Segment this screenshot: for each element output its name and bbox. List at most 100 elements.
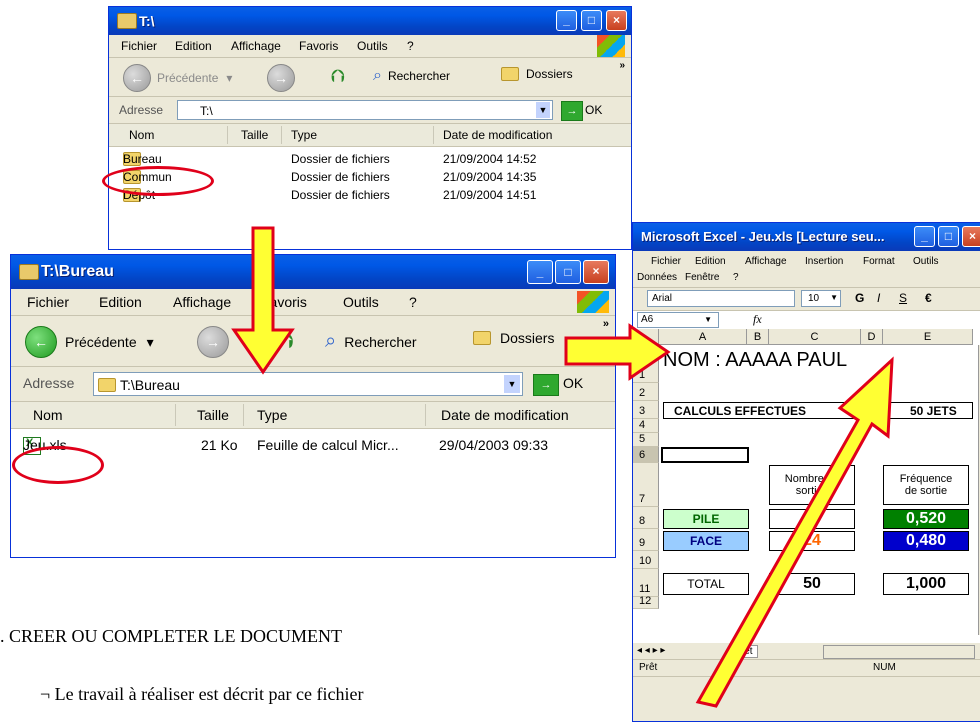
folders-button[interactable]: Dossiers — [473, 330, 554, 346]
row-header-12[interactable]: 12 — [633, 595, 659, 609]
font-name-select[interactable]: Arial — [647, 290, 795, 307]
forward-button[interactable]: → — [267, 64, 295, 92]
maximize-button[interactable]: □ — [555, 260, 581, 284]
menu-format[interactable]: Format — [863, 256, 895, 267]
column-header-name[interactable]: Nom — [33, 407, 63, 423]
forward-button[interactable]: → — [197, 326, 229, 358]
menu-favoris[interactable]: Favoris — [261, 294, 307, 310]
row-header-11[interactable]: 11 — [633, 569, 659, 597]
menu-affichage[interactable]: Affichage — [173, 294, 231, 310]
cell-col-nombre[interactable]: Nombre de sorties — [769, 465, 855, 505]
sheet-tab-jet[interactable]: jet — [737, 645, 758, 658]
chevron-down-icon[interactable]: ▼ — [504, 375, 520, 393]
minimize-button[interactable]: _ — [914, 226, 935, 247]
chevron-down-icon[interactable]: ▼ — [536, 102, 550, 118]
row-header-6[interactable]: 6 — [633, 447, 659, 463]
cell-pile-freq[interactable]: 0,520 — [883, 509, 969, 529]
title-bar[interactable]: T:\ _ □ × — [109, 7, 631, 35]
menu-donnees[interactable]: Données — [637, 272, 677, 283]
list-item[interactable]: Jeu.xls 21 Ko Feuille de calcul Micr... … — [11, 435, 615, 457]
column-header-date[interactable]: Date de modification — [441, 407, 569, 423]
chevron-more-icon[interactable]: » — [603, 318, 609, 330]
cell-name[interactable]: NOM : AAAAA PAUL — [663, 349, 847, 372]
list-item[interactable]: Bureau Dossier de fichiers 21/09/2004 14… — [109, 151, 631, 169]
search-button[interactable]: ⌕ Rechercher — [373, 67, 450, 85]
column-header-c[interactable]: C — [769, 329, 861, 345]
up-folder-icon[interactable]: ⮉ — [331, 66, 345, 87]
row-header-3[interactable]: 3 — [633, 401, 659, 419]
column-header-date[interactable]: Date de modification — [443, 128, 552, 142]
list-item[interactable]: Dépôt Dossier de fichiers 21/09/2004 14:… — [109, 187, 631, 205]
address-input[interactable]: T:\Bureau ▼ — [93, 372, 523, 396]
cell-total-freq[interactable]: 1,000 — [883, 573, 969, 595]
folders-button[interactable]: Dossiers — [501, 67, 573, 81]
cell-header-calc[interactable]: CALCULS EFFECTUES 50 JETS — [663, 402, 973, 419]
list-item[interactable]: Commun Dossier de fichiers 21/09/2004 14… — [109, 169, 631, 187]
cell-face[interactable]: FACE — [663, 531, 749, 551]
maximize-button[interactable]: □ — [938, 226, 959, 247]
horizontal-scrollbar[interactable] — [823, 645, 975, 659]
close-button[interactable]: × — [606, 10, 627, 31]
minimize-button[interactable]: _ — [556, 10, 577, 31]
underline-button[interactable]: S — [899, 291, 907, 305]
go-button-label[interactable]: OK — [585, 103, 602, 117]
menu-help[interactable]: ? — [407, 39, 414, 53]
cell-pile-count[interactable]: 26 — [769, 509, 855, 529]
title-bar[interactable]: T:\Bureau _ □ × — [11, 255, 615, 289]
function-icon[interactable]: fx — [753, 312, 762, 327]
address-input[interactable]: T:\ ▼ — [177, 100, 553, 120]
menu-help[interactable]: ? — [409, 294, 417, 310]
bold-button[interactable]: G — [855, 291, 864, 305]
search-button[interactable]: ⌕ Rechercher — [325, 330, 417, 353]
font-size-select[interactable]: 10 ▼ — [801, 290, 841, 307]
column-header-d[interactable]: D — [861, 329, 883, 345]
go-arrow-icon[interactable]: → — [533, 374, 559, 396]
go-arrow-icon[interactable]: → — [561, 101, 583, 121]
column-header-e[interactable]: E — [883, 329, 973, 345]
menu-edition[interactable]: Edition — [695, 256, 726, 267]
menu-fenetre[interactable]: Fenêtre — [685, 272, 719, 283]
close-button[interactable]: × — [962, 226, 980, 247]
column-header-size[interactable]: Taille — [241, 128, 268, 142]
column-header-b[interactable]: B — [747, 329, 769, 345]
menu-fichier[interactable]: Fichier — [651, 256, 681, 267]
menu-help[interactable]: ? — [733, 272, 739, 283]
row-header-1[interactable]: 1 — [633, 345, 659, 383]
column-header-size[interactable]: Taille — [197, 407, 229, 423]
menu-outils[interactable]: Outils — [343, 294, 379, 310]
menu-outils[interactable]: Outils — [913, 256, 939, 267]
row-header-4[interactable]: 4 — [633, 419, 659, 433]
row-header-10[interactable]: 10 — [633, 551, 659, 569]
minimize-button[interactable]: _ — [527, 260, 553, 284]
chevron-more-icon[interactable]: » — [619, 60, 625, 71]
cell-face-freq[interactable]: 0,480 — [883, 531, 969, 551]
close-button[interactable]: × — [583, 260, 609, 284]
menu-insertion[interactable]: Insertion — [805, 256, 843, 267]
cell-pile[interactable]: PILE — [663, 509, 749, 529]
cell-total-label[interactable]: TOTAL — [663, 573, 749, 595]
up-folder-icon[interactable]: ⮉ — [277, 328, 294, 354]
back-button[interactable]: ← Précédente ▾ — [25, 326, 154, 358]
spreadsheet-grid[interactable]: A B C D E 1 2 3 4 5 6 7 8 9 10 11 12 NOM… — [633, 329, 980, 643]
cell-col-freq[interactable]: Fréquence de sortie — [883, 465, 969, 505]
row-header-7[interactable]: 7 — [633, 463, 659, 507]
go-button-label[interactable]: OK — [563, 375, 583, 391]
menu-edition[interactable]: Edition — [175, 39, 212, 53]
active-cell-a6[interactable] — [661, 447, 749, 463]
cell-face-count[interactable]: 24 — [769, 531, 855, 551]
menu-outils[interactable]: Outils — [357, 39, 388, 53]
column-header-type[interactable]: Type — [257, 407, 287, 423]
cell-total-count[interactable]: 50 — [769, 573, 855, 595]
menu-affichage[interactable]: Affichage — [231, 39, 281, 53]
row-header-2[interactable]: 2 — [633, 383, 659, 401]
back-button[interactable]: ← Précédente ▾ — [123, 64, 232, 92]
menu-affichage[interactable]: Affichage — [745, 256, 787, 267]
column-header-name[interactable]: Nom — [129, 128, 154, 142]
row-header-5[interactable]: 5 — [633, 433, 659, 447]
column-header-a[interactable]: A — [659, 329, 747, 345]
name-box[interactable]: A6 ▼ — [637, 312, 719, 328]
menu-fichier[interactable]: Fichier — [121, 39, 157, 53]
sheet-nav-icon[interactable]: ◂ ◂ ▸ ▸ — [637, 645, 665, 656]
italic-button[interactable]: I — [877, 291, 880, 305]
maximize-button[interactable]: □ — [581, 10, 602, 31]
